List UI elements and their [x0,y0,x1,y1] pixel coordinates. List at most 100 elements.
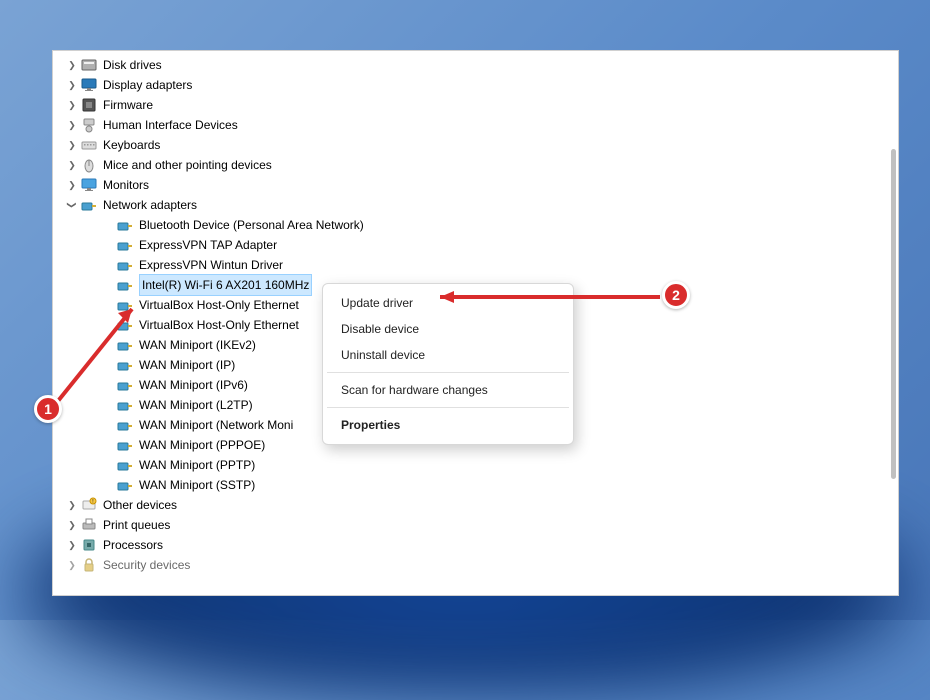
network-adapter-icon [117,377,133,393]
annotation-label: 1 [44,401,52,417]
network-adapter-icon [117,357,133,373]
tree-indent-spacer: · [103,440,113,450]
network-adapter-icon [81,197,97,213]
tree-item-label: WAN Miniport (PPPOE) [139,435,265,455]
network-adapter-icon [117,257,133,273]
tree-item-mice[interactable]: ❯ Mice and other pointing devices [67,155,898,175]
tree-item-label: WAN Miniport (IKEv2) [139,335,256,355]
tree-item-display-adapters[interactable]: ❯ Display adapters [67,75,898,95]
tree-item-label: Keyboards [103,135,160,155]
tree-item-label: Monitors [103,175,149,195]
context-menu: Update driverDisable deviceUninstall dev… [322,283,574,445]
tree-item-label: Bluetooth Device (Personal Area Network) [139,215,364,235]
network-adapter-icon [117,437,133,453]
tree-item-network-adapter[interactable]: · WAN Miniport (PPTP) [67,455,898,475]
tree-item-firmware[interactable]: ❯ Firmware [67,95,898,115]
tree-item-network-adapter[interactable]: · Bluetooth Device (Personal Area Network… [67,215,898,235]
network-adapter-icon [117,417,133,433]
tree-item-label: Disk drives [103,55,162,75]
mouse-icon [81,157,97,173]
chevron-right-icon[interactable]: ❯ [67,520,77,530]
tree-item-label: WAN Miniport (PPTP) [139,455,255,475]
tree-item-keyboards[interactable]: ❯ Keyboards [67,135,898,155]
tree-item-security-devices[interactable]: ❯ Security devices [67,555,898,575]
chevron-right-icon[interactable]: ❯ [67,60,77,70]
firmware-icon [81,97,97,113]
annotation-badge-2: 2 [662,281,690,309]
tree-item-label: WAN Miniport (L2TP) [139,395,253,415]
tree-item-hid[interactable]: ❯ Human Interface Devices [67,115,898,135]
network-adapter-icon [117,337,133,353]
menu-item[interactable]: Scan for hardware changes [323,377,573,403]
tree-item-processors[interactable]: ❯ Processors [67,535,898,555]
network-adapter-icon [117,477,133,493]
annotation-label: 2 [672,287,680,303]
tree-indent-spacer: · [103,460,113,470]
monitor-icon [81,177,97,193]
tree-item-label: Other devices [103,495,177,515]
network-adapter-icon [117,237,133,253]
menu-item[interactable]: Properties [323,412,573,438]
vertical-scrollbar[interactable] [891,149,896,479]
network-adapter-icon [117,457,133,473]
tree-item-monitors[interactable]: ❯ Monitors [67,175,898,195]
chevron-right-icon[interactable]: ❯ [67,500,77,510]
tree-indent-spacer: · [103,360,113,370]
tree-item-disk-drives[interactable]: ❯ Disk drives [67,55,898,75]
tree-item-label: Firmware [103,95,153,115]
tree-indent-spacer: · [103,240,113,250]
tree-indent-spacer: · [103,420,113,430]
menu-item[interactable]: Uninstall device [323,342,573,368]
tree-item-label: VirtualBox Host-Only Ethernet [139,315,299,335]
chevron-right-icon[interactable]: ❯ [67,140,77,150]
display-adapter-icon [81,77,97,93]
tree-item-label: Network adapters [103,195,197,215]
tree-item-label: Intel(R) Wi-Fi 6 AX201 160MHz [139,274,312,296]
network-adapter-icon [117,317,133,333]
chevron-right-icon[interactable]: ❯ [67,560,77,570]
chevron-right-icon[interactable]: ❯ [67,80,77,90]
tree-item-label: WAN Miniport (Network Moni [139,415,293,435]
hid-icon [81,117,97,133]
tree-item-label: VirtualBox Host-Only Ethernet [139,295,299,315]
disk-drive-icon [81,57,97,73]
tree-item-network-adapter[interactable]: · WAN Miniport (SSTP) [67,475,898,495]
chevron-right-icon[interactable]: ❯ [67,540,77,550]
tree-item-label: Processors [103,535,163,555]
menu-separator [327,407,569,408]
print-queue-icon [81,517,97,533]
tree-indent-spacer: · [103,300,113,310]
tree-item-network-adapter[interactable]: ·ExpressVPN Wintun Driver [67,255,898,275]
menu-item[interactable]: Update driver [323,290,573,316]
keyboard-icon [81,137,97,153]
tree-item-label: Mice and other pointing devices [103,155,272,175]
tree-indent-spacer: · [103,260,113,270]
tree-item-label: WAN Miniport (SSTP) [139,475,255,495]
other-devices-icon: ! [81,497,97,513]
chevron-right-icon[interactable]: ❯ [67,100,77,110]
network-adapter-icon [117,397,133,413]
chevron-right-icon[interactable]: ❯ [67,160,77,170]
tree-indent-spacer: · [103,480,113,490]
chevron-right-icon[interactable]: ❯ [67,180,77,190]
menu-item[interactable]: Disable device [323,316,573,342]
tree-indent-spacer: · [103,220,113,230]
tree-indent-spacer: · [103,280,113,290]
tree-item-other-devices[interactable]: ❯ ! Other devices [67,495,898,515]
chevron-right-icon[interactable]: ❯ [67,120,77,130]
tree-indent-spacer: · [103,340,113,350]
tree-item-label: Security devices [103,555,190,575]
tree-item-print-queues[interactable]: ❯ Print queues [67,515,898,535]
annotation-badge-1: 1 [34,395,62,423]
tree-item-network-adapters[interactable]: ❯ Network adapters [67,195,898,215]
tree-item-label: WAN Miniport (IPv6) [139,375,248,395]
chevron-down-icon[interactable]: ❯ [67,200,77,210]
security-device-icon [81,557,97,573]
network-adapter-icon [117,297,133,313]
tree-indent-spacer: · [103,380,113,390]
tree-indent-spacer: · [103,400,113,410]
tree-item-label: WAN Miniport (IP) [139,355,235,375]
tree-item-network-adapter[interactable]: · ExpressVPN TAP Adapter [67,235,898,255]
tree-item-label: ExpressVPN TAP Adapter [139,235,277,255]
processor-icon [81,537,97,553]
